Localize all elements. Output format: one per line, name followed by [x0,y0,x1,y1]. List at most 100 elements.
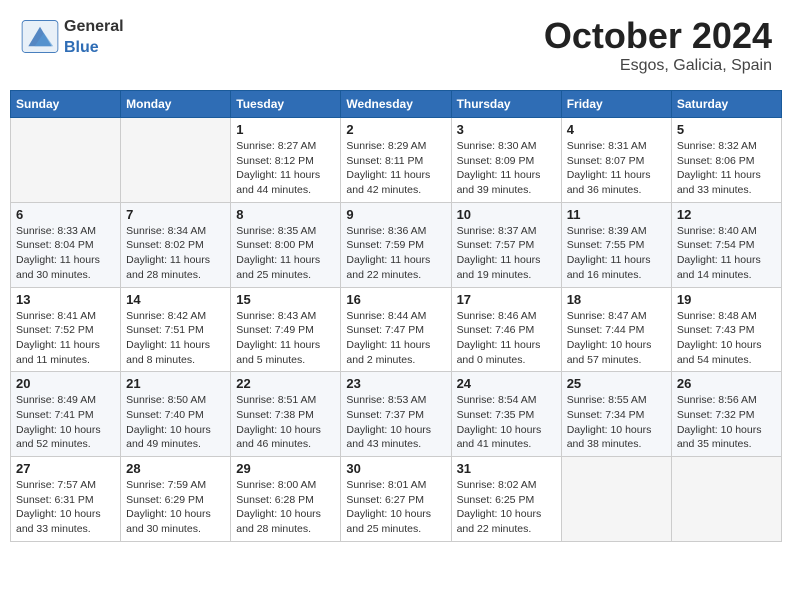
day-number: 20 [16,376,115,391]
logo-general-text: General [64,18,124,35]
calendar-day-cell: 8 Sunrise: 8:35 AMSunset: 8:00 PMDaylight… [231,202,341,287]
day-info: Sunrise: 8:39 AMSunset: 7:55 PMDaylight:… [567,224,666,283]
day-info: Sunrise: 8:55 AMSunset: 7:34 PMDaylight:… [567,393,666,452]
day-number: 26 [677,376,776,391]
day-number: 22 [236,376,335,391]
calendar-day-cell: 17Sunrise: 8:46 AMSunset: 7:46 PMDayligh… [451,287,561,372]
day-number: 11 [567,207,666,222]
calendar-day-cell: 15Sunrise: 8:43 AMSunset: 7:49 PMDayligh… [231,287,341,372]
calendar-day-cell: 9 Sunrise: 8:36 AMSunset: 7:59 PMDaylight… [341,202,451,287]
day-info: Sunrise: 8:35 AMSunset: 8:00 PMDaylight:… [236,224,335,283]
day-number: 8 [236,207,335,222]
calendar-day-cell: 7 Sunrise: 8:34 AMSunset: 8:02 PMDaylight… [121,202,231,287]
day-info: Sunrise: 8:31 AMSunset: 8:07 PMDaylight:… [567,139,666,198]
title-block: October 2024 Esgos, Galicia, Spain [544,15,772,75]
logo-icon [20,19,60,54]
day-info: Sunrise: 8:33 AMSunset: 8:04 PMDaylight:… [16,224,115,283]
calendar-day-cell: 18 Sunrise: 8:47 AMSunset: 7:44 PMDayligh… [561,287,671,372]
day-info: Sunrise: 8:42 AMSunset: 7:51 PMDaylight:… [126,309,225,368]
day-number: 18 [567,292,666,307]
calendar-day-header: Saturday [671,91,781,118]
day-number: 25 [567,376,666,391]
day-info: Sunrise: 8:49 AMSunset: 7:41 PMDaylight:… [16,393,115,452]
calendar-day-cell [11,118,121,203]
day-info: Sunrise: 7:59 AMSunset: 6:29 PMDaylight:… [126,478,225,537]
day-info: Sunrise: 8:30 AMSunset: 8:09 PMDaylight:… [457,139,556,198]
calendar-day-cell: 21Sunrise: 8:50 AMSunset: 7:40 PMDayligh… [121,372,231,457]
calendar-day-header: Tuesday [231,91,341,118]
calendar-day-cell [121,118,231,203]
calendar-week-row: 27 Sunrise: 7:57 AMSunset: 6:31 PMDayligh… [11,457,782,542]
day-number: 7 [126,207,225,222]
day-info: Sunrise: 8:34 AMSunset: 8:02 PMDaylight:… [126,224,225,283]
day-number: 13 [16,292,115,307]
calendar-day-cell: 13 Sunrise: 8:41 AMSunset: 7:52 PMDayligh… [11,287,121,372]
day-number: 3 [457,122,556,137]
day-number: 19 [677,292,776,307]
day-number: 16 [346,292,445,307]
day-info: Sunrise: 8:47 AMSunset: 7:44 PMDaylight:… [567,309,666,368]
day-number: 23 [346,376,445,391]
day-number: 31 [457,461,556,476]
calendar-day-cell: 24 Sunrise: 8:54 AMSunset: 7:35 PMDayligh… [451,372,561,457]
calendar-day-cell: 10Sunrise: 8:37 AMSunset: 7:57 PMDayligh… [451,202,561,287]
calendar-day-header: Friday [561,91,671,118]
calendar-week-row: 20 Sunrise: 8:49 AMSunset: 7:41 PMDayligh… [11,372,782,457]
calendar-day-cell: 28 Sunrise: 7:59 AMSunset: 6:29 PMDayligh… [121,457,231,542]
calendar-day-header: Wednesday [341,91,451,118]
day-info: Sunrise: 8:36 AMSunset: 7:59 PMDaylight:… [346,224,445,283]
calendar-day-cell: 1 Sunrise: 8:27 AMSunset: 8:12 PMDaylight… [231,118,341,203]
calendar-day-cell [561,457,671,542]
day-info: Sunrise: 8:27 AMSunset: 8:12 PMDaylight:… [236,139,335,198]
day-number: 5 [677,122,776,137]
logo: General Blue [20,15,124,57]
day-info: Sunrise: 8:44 AMSunset: 7:47 PMDaylight:… [346,309,445,368]
day-info: Sunrise: 8:54 AMSunset: 7:35 PMDaylight:… [457,393,556,452]
day-number: 29 [236,461,335,476]
calendar-day-cell: 29Sunrise: 8:00 AMSunset: 6:28 PMDayligh… [231,457,341,542]
calendar-day-cell: 11 Sunrise: 8:39 AMSunset: 7:55 PMDayligh… [561,202,671,287]
day-info: Sunrise: 8:43 AMSunset: 7:49 PMDaylight:… [236,309,335,368]
calendar-day-cell: 26 Sunrise: 8:56 AMSunset: 7:32 PMDayligh… [671,372,781,457]
day-number: 4 [567,122,666,137]
day-info: Sunrise: 8:56 AMSunset: 7:32 PMDaylight:… [677,393,776,452]
page-subtitle: Esgos, Galicia, Spain [544,57,772,75]
calendar-day-cell: 20 Sunrise: 8:49 AMSunset: 7:41 PMDayligh… [11,372,121,457]
day-info: Sunrise: 8:32 AMSunset: 8:06 PMDaylight:… [677,139,776,198]
calendar-table: SundayMondayTuesdayWednesdayThursdayFrid… [10,90,782,542]
calendar-day-cell: 16 Sunrise: 8:44 AMSunset: 7:47 PMDayligh… [341,287,451,372]
day-info: Sunrise: 8:37 AMSunset: 7:57 PMDaylight:… [457,224,556,283]
calendar-day-cell: 25 Sunrise: 8:55 AMSunset: 7:34 PMDayligh… [561,372,671,457]
day-info: Sunrise: 8:29 AMSunset: 8:11 PMDaylight:… [346,139,445,198]
calendar-week-row: 1 Sunrise: 8:27 AMSunset: 8:12 PMDaylight… [11,118,782,203]
day-info: Sunrise: 8:01 AMSunset: 6:27 PMDaylight:… [346,478,445,537]
day-info: Sunrise: 8:40 AMSunset: 7:54 PMDaylight:… [677,224,776,283]
day-info: Sunrise: 8:48 AMSunset: 7:43 PMDaylight:… [677,309,776,368]
day-info: Sunrise: 8:50 AMSunset: 7:40 PMDaylight:… [126,393,225,452]
logo-blue-text: Blue [64,39,99,56]
day-number: 28 [126,461,225,476]
day-info: Sunrise: 7:57 AMSunset: 6:31 PMDaylight:… [16,478,115,537]
calendar-day-cell: 27 Sunrise: 7:57 AMSunset: 6:31 PMDayligh… [11,457,121,542]
calendar-day-cell: 2Sunrise: 8:29 AMSunset: 8:11 PMDaylight… [341,118,451,203]
day-number: 24 [457,376,556,391]
calendar-day-cell: 5 Sunrise: 8:32 AMSunset: 8:06 PMDaylight… [671,118,781,203]
page-header: General Blue October 2024 Esgos, Galicia… [10,10,782,80]
day-number: 1 [236,122,335,137]
day-number: 6 [16,207,115,222]
day-info: Sunrise: 8:41 AMSunset: 7:52 PMDaylight:… [16,309,115,368]
calendar-day-cell: 19 Sunrise: 8:48 AMSunset: 7:43 PMDayligh… [671,287,781,372]
calendar-week-row: 13 Sunrise: 8:41 AMSunset: 7:52 PMDayligh… [11,287,782,372]
day-info: Sunrise: 8:53 AMSunset: 7:37 PMDaylight:… [346,393,445,452]
day-number: 9 [346,207,445,222]
calendar-day-cell [671,457,781,542]
calendar-day-cell: 4 Sunrise: 8:31 AMSunset: 8:07 PMDaylight… [561,118,671,203]
calendar-header-row: SundayMondayTuesdayWednesdayThursdayFrid… [11,91,782,118]
day-number: 27 [16,461,115,476]
page-title: October 2024 [544,15,772,57]
calendar-day-cell: 6 Sunrise: 8:33 AMSunset: 8:04 PMDaylight… [11,202,121,287]
day-number: 17 [457,292,556,307]
calendar-day-header: Monday [121,91,231,118]
calendar-day-cell: 22Sunrise: 8:51 AMSunset: 7:38 PMDayligh… [231,372,341,457]
day-number: 14 [126,292,225,307]
